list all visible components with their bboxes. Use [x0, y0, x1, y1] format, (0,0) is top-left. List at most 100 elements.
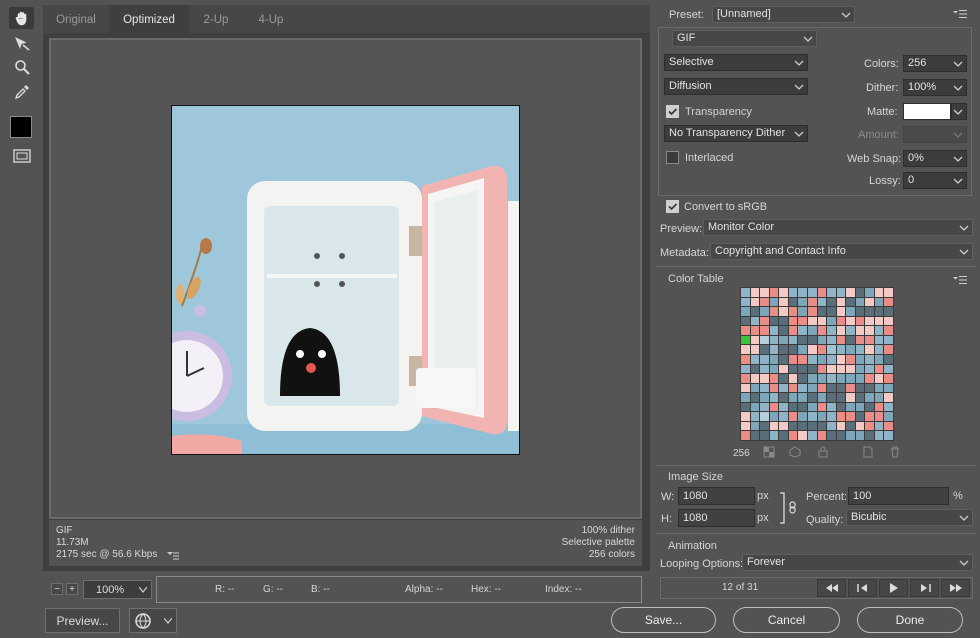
color-swatch[interactable]: [874, 412, 884, 421]
color-swatch[interactable]: [741, 412, 750, 421]
color-swatch[interactable]: [788, 393, 798, 402]
color-swatch[interactable]: [760, 307, 769, 316]
color-swatch[interactable]: [788, 412, 798, 421]
color-swatch[interactable]: [865, 402, 874, 412]
color-swatch[interactable]: [741, 316, 750, 326]
color-swatch[interactable]: [741, 307, 750, 316]
color-swatch[interactable]: [788, 402, 798, 412]
color-swatch[interactable]: [827, 364, 836, 374]
color-swatch[interactable]: [846, 402, 855, 412]
color-swatch[interactable]: [807, 383, 817, 393]
color-swatch[interactable]: [798, 316, 807, 326]
color-swatch[interactable]: [760, 288, 769, 297]
color-swatch[interactable]: [798, 393, 807, 402]
color-swatch[interactable]: [788, 316, 798, 326]
color-swatch[interactable]: [846, 316, 855, 326]
matte-dropdown[interactable]: [951, 103, 967, 120]
hand-tool-icon[interactable]: [9, 7, 34, 29]
color-swatch[interactable]: [779, 297, 788, 307]
interlaced-checkbox[interactable]: [666, 151, 679, 164]
color-swatch[interactable]: [798, 307, 807, 316]
color-swatch[interactable]: [807, 393, 817, 402]
color-swatch[interactable]: [855, 374, 865, 383]
color-swatch[interactable]: [865, 412, 874, 421]
download-speed-menu-icon[interactable]: [167, 551, 179, 560]
color-swatch[interactable]: [846, 431, 855, 440]
color-swatch[interactable]: [846, 297, 855, 307]
color-swatch[interactable]: [855, 412, 865, 421]
color-swatch[interactable]: [846, 374, 855, 383]
color-swatch[interactable]: [807, 364, 817, 374]
color-swatch[interactable]: [817, 393, 827, 402]
color-swatch[interactable]: [865, 383, 874, 393]
done-button[interactable]: Done: [857, 607, 963, 633]
tab-4-up[interactable]: 4-Up: [243, 5, 299, 35]
zoom-level-dropdown[interactable]: 100%: [83, 580, 152, 599]
color-swatch[interactable]: [874, 316, 884, 326]
color-swatch[interactable]: [741, 383, 750, 393]
color-swatch[interactable]: [760, 383, 769, 393]
tab-optimized[interactable]: Optimized: [109, 5, 189, 35]
color-swatch[interactable]: [760, 326, 769, 335]
color-swatch[interactable]: [874, 431, 884, 440]
color-swatch[interactable]: [855, 421, 865, 431]
color-swatch[interactable]: [865, 393, 874, 402]
color-swatch[interactable]: [760, 412, 769, 421]
color-swatch[interactable]: [750, 326, 760, 335]
eyedropper-color-swatch[interactable]: [10, 116, 32, 138]
color-swatch[interactable]: [798, 364, 807, 374]
color-swatch[interactable]: [884, 383, 893, 393]
color-swatch[interactable]: [836, 345, 846, 354]
color-swatch[interactable]: [827, 354, 836, 364]
color-swatch[interactable]: [798, 412, 807, 421]
color-swatch[interactable]: [769, 421, 779, 431]
color-swatch[interactable]: [779, 402, 788, 412]
color-swatch[interactable]: [836, 307, 846, 316]
color-swatch[interactable]: [798, 431, 807, 440]
color-swatch[interactable]: [874, 421, 884, 431]
color-table-grid[interactable]: [740, 287, 894, 441]
color-swatch[interactable]: [827, 288, 836, 297]
color-swatch[interactable]: [788, 335, 798, 345]
first-frame-button[interactable]: [817, 579, 846, 597]
color-swatch[interactable]: [750, 345, 760, 354]
color-swatch[interactable]: [750, 307, 760, 316]
color-swatch[interactable]: [760, 402, 769, 412]
color-swatch[interactable]: [874, 307, 884, 316]
color-swatch[interactable]: [779, 288, 788, 297]
color-swatch[interactable]: [760, 431, 769, 440]
color-swatch[interactable]: [865, 326, 874, 335]
color-swatch[interactable]: [827, 412, 836, 421]
color-swatch[interactable]: [817, 383, 827, 393]
color-swatch[interactable]: [817, 354, 827, 364]
color-swatch[interactable]: [788, 421, 798, 431]
color-swatch[interactable]: [769, 412, 779, 421]
color-swatch[interactable]: [741, 421, 750, 431]
color-swatch[interactable]: [874, 374, 884, 383]
color-swatch[interactable]: [836, 316, 846, 326]
preset-dropdown[interactable]: [Unnamed]: [712, 6, 855, 23]
color-swatch[interactable]: [874, 364, 884, 374]
color-swatch[interactable]: [874, 297, 884, 307]
color-swatch[interactable]: [884, 316, 893, 326]
slice-select-tool-icon[interactable]: [9, 32, 34, 54]
color-swatch[interactable]: [741, 326, 750, 335]
color-swatch[interactable]: [846, 288, 855, 297]
color-swatch[interactable]: [779, 326, 788, 335]
color-swatch[interactable]: [846, 354, 855, 364]
color-swatch[interactable]: [760, 374, 769, 383]
color-table-menu-icon[interactable]: [953, 275, 967, 285]
looping-options-dropdown[interactable]: Forever: [742, 554, 973, 571]
color-swatch[interactable]: [817, 374, 827, 383]
color-swatch[interactable]: [836, 364, 846, 374]
color-swatch[interactable]: [807, 316, 817, 326]
transparency-dither-dropdown[interactable]: No Transparency Dither: [664, 125, 808, 142]
color-swatch[interactable]: [788, 297, 798, 307]
color-swatch[interactable]: [798, 354, 807, 364]
lock-icon[interactable]: [817, 446, 829, 458]
color-swatch[interactable]: [760, 335, 769, 345]
color-swatch[interactable]: [884, 345, 893, 354]
color-swatch[interactable]: [769, 364, 779, 374]
color-swatch[interactable]: [798, 374, 807, 383]
color-swatch[interactable]: [865, 335, 874, 345]
